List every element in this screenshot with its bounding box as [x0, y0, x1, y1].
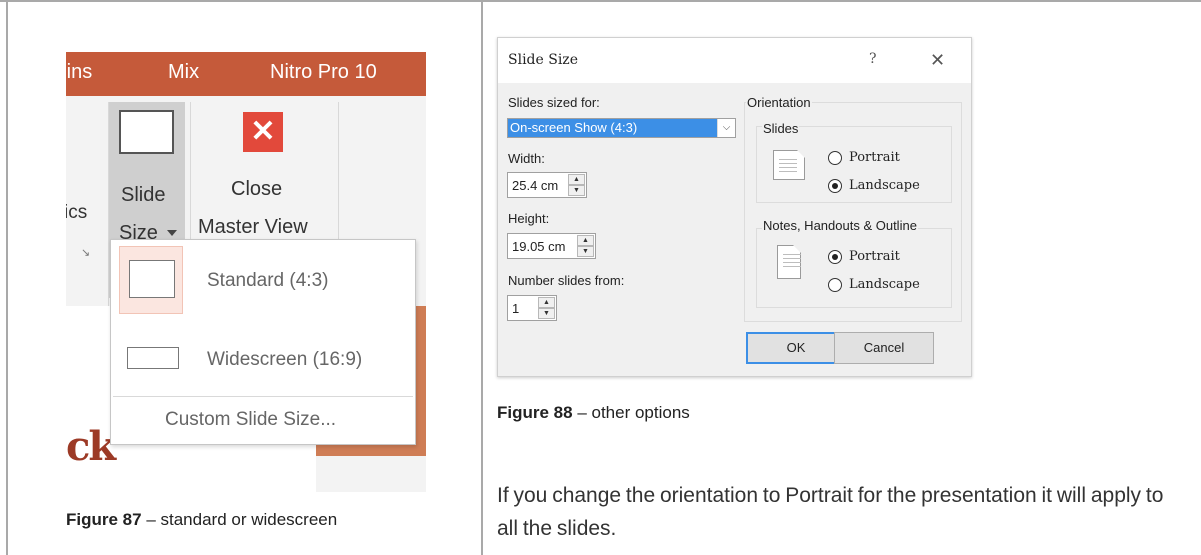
chevron-down-icon: [167, 230, 177, 236]
height-value: 19.05 cm: [512, 239, 566, 254]
widescreen-16-9-icon: [127, 347, 179, 369]
slides-sized-for-label: Slides sized for:: [508, 95, 600, 110]
slide-size-icon: [119, 110, 174, 154]
close-master-view-icon[interactable]: ✕: [243, 112, 283, 152]
portrait-page-icon: [777, 245, 801, 279]
slide-size-dropdown-menu: Standard (4:3) Widescreen (16:9) Custom …: [110, 239, 416, 445]
menu-divider: [113, 396, 413, 397]
close-master-view-label-line2[interactable]: Master View: [198, 216, 308, 239]
help-icon[interactable]: ?: [869, 51, 877, 67]
cancel-button[interactable]: Cancel: [834, 332, 934, 364]
standard-4-3-icon: [129, 260, 175, 298]
table-column-divider: [481, 0, 483, 555]
dialog-launcher-icon[interactable]: ↘: [81, 246, 90, 259]
ribbon-screenshot: -ins Mix Nitro Pro 10 ics Slide Size ↘ ✕…: [66, 52, 426, 492]
menu-item-widescreen-label: Widescreen (16:9): [207, 349, 363, 370]
slides-portrait-label[interactable]: Portrait: [849, 150, 900, 165]
width-stepper: ▲ ▼: [568, 174, 585, 196]
landscape-page-icon: [773, 150, 805, 180]
figure-88-number: Figure 88: [497, 403, 573, 422]
slide-size-dialog: Slide Size ? ✕ Slides sized for: On-scre…: [497, 37, 972, 377]
notes-group-label: Notes, Handouts & Outline: [762, 218, 918, 233]
height-label: Height:: [508, 211, 550, 226]
height-field[interactable]: 19.05 cm ▲ ▼: [507, 233, 596, 259]
ribbon-tab-bar: -ins Mix Nitro Pro 10: [66, 52, 426, 96]
menu-item-widescreen[interactable]: Widescreen (16:9): [111, 326, 415, 402]
height-decrement-button[interactable]: ▼: [577, 246, 594, 257]
figure-87-caption: Figure 87 – standard or widescreen: [66, 510, 337, 530]
width-value: 25.4 cm: [512, 178, 559, 193]
tab-nitro-pro[interactable]: Nitro Pro 10: [270, 61, 377, 84]
slides-landscape-radio[interactable]: [828, 179, 842, 193]
dialog-title: Slide Size: [508, 52, 578, 68]
number-slides-from-label: Number slides from:: [508, 273, 625, 288]
width-field[interactable]: 25.4 cm ▲ ▼: [507, 172, 587, 198]
number-decrement-button[interactable]: ▼: [538, 308, 555, 319]
tab-mix[interactable]: Mix: [168, 61, 199, 84]
slides-sized-for-value: On-screen Show (4:3): [508, 119, 717, 137]
number-stepper: ▲ ▼: [538, 297, 555, 319]
slide-title-fragment: ck: [66, 423, 116, 470]
width-decrement-button[interactable]: ▼: [568, 185, 585, 196]
close-icon[interactable]: ✕: [930, 50, 945, 71]
slides-group-label: Slides: [762, 121, 800, 136]
menu-item-custom-slide-size[interactable]: Custom Slide Size...: [165, 409, 336, 431]
menu-item-standard[interactable]: Standard (4:3): [111, 240, 415, 316]
figure-88-text: – other options: [572, 403, 690, 422]
notes-landscape-label[interactable]: Landscape: [849, 277, 920, 292]
notes-portrait-label[interactable]: Portrait: [849, 249, 900, 264]
body-paragraph: If you change the orientation to Portrai…: [497, 484, 1164, 540]
number-slides-from-field[interactable]: 1 ▲ ▼: [507, 295, 557, 321]
slides-landscape-label[interactable]: Landscape: [849, 178, 920, 193]
chevron-down-icon[interactable]: ⌵: [717, 119, 735, 137]
close-master-view-label-line1[interactable]: Close: [231, 178, 282, 201]
table-left-border: [6, 0, 8, 555]
notes-portrait-radio[interactable]: [828, 250, 842, 264]
number-slides-from-value: 1: [512, 301, 520, 316]
ok-button[interactable]: OK: [746, 332, 846, 364]
page-top-rule: [0, 0, 1201, 2]
height-increment-button[interactable]: ▲: [577, 235, 594, 246]
number-increment-button[interactable]: ▲: [538, 297, 555, 308]
height-stepper: ▲ ▼: [577, 235, 594, 257]
slide-size-label-line1: Slide: [121, 184, 166, 206]
figure-88-caption: Figure 88 – other options: [497, 403, 690, 423]
tab-add-ins[interactable]: -ins: [66, 61, 92, 84]
slides-portrait-radio[interactable]: [828, 151, 842, 165]
menu-item-standard-label: Standard (4:3): [207, 270, 329, 291]
notes-landscape-radio[interactable]: [828, 278, 842, 292]
width-label: Width:: [508, 151, 545, 166]
ribbon-partial-label: ics: [66, 202, 88, 223]
width-increment-button[interactable]: ▲: [568, 174, 585, 185]
figure-87-text: – standard or widescreen: [141, 510, 338, 529]
dialog-titlebar: Slide Size ? ✕: [498, 38, 971, 83]
figure-87-number: Figure 87: [66, 510, 142, 529]
slides-sized-for-select[interactable]: On-screen Show (4:3) ⌵: [507, 118, 736, 138]
orientation-label: Orientation: [746, 95, 812, 110]
